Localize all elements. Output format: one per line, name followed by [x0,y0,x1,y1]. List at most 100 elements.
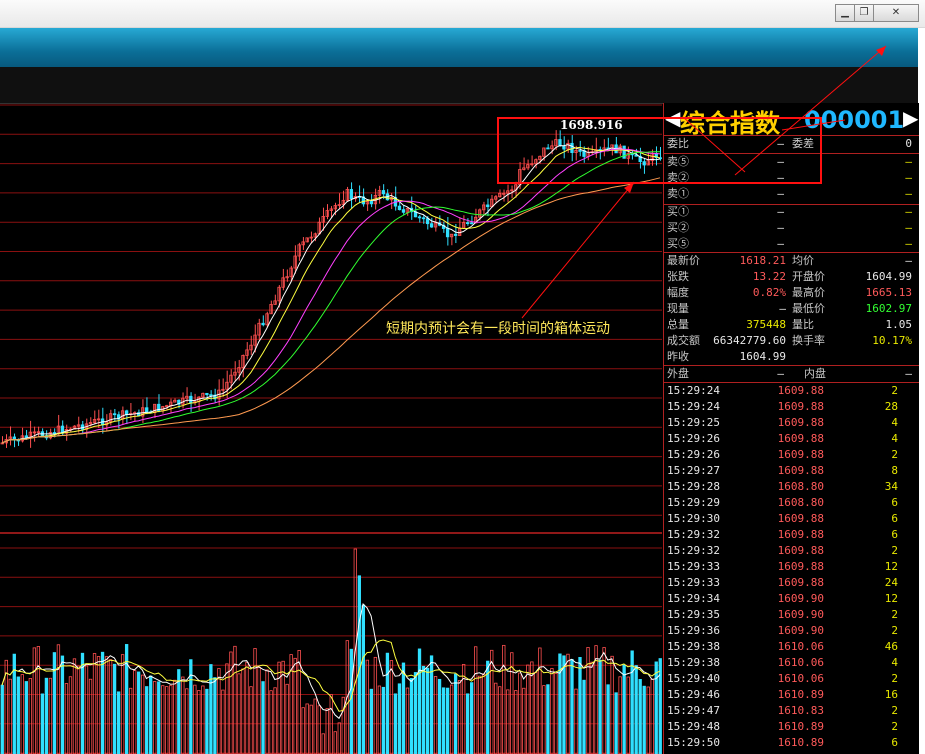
tick-price: 1609.88 [777,432,824,445]
tick-price: 1609.88 [777,464,824,477]
volume-bar [453,673,458,754]
volume-bar [618,676,622,754]
tick-row: 15:29:38 1610.06 46 [664,639,919,655]
stat-value-2: 1604.99 [865,270,912,283]
bid-volume: — [905,205,912,218]
tick-volume: 2 [891,544,898,557]
tick-volume: 4 [891,656,898,669]
volume-bar [189,659,193,754]
volume-bar [470,682,474,754]
prev-stock-icon[interactable]: ◀ [665,106,680,130]
ask-volume: — [905,187,912,200]
stat-row: 幅度 0.82% 最高价 1665.13 [664,285,919,301]
tick-price: 1610.06 [777,656,824,669]
volume-bar [566,653,570,754]
candle-body [369,201,374,205]
volume-bar [100,651,105,754]
volume-bar [96,656,101,754]
outer-value: — [777,367,784,380]
volume-bar [365,659,370,754]
tick-time: 15:29:30 [667,512,720,525]
tick-price: 1610.06 [777,672,824,685]
volume-bar [642,685,646,754]
volume-bar [417,648,422,754]
volume-bar [486,660,490,754]
volume-bar [137,671,141,754]
volume-bar [261,681,265,754]
volume-bar [554,672,558,754]
quote-panel: ◀ 综合指数 000001 ▶ 委比 — 委差 0 卖⑤ — — 卖② — — 卖① — — 买① — — 买②… [663,103,919,754]
tick-volume: 4 [891,432,898,445]
tick-time: 15:29:48 [667,720,720,733]
ask-label: 卖② [667,171,689,184]
tick-price: 1609.88 [777,400,824,413]
minimize-icon[interactable]: ▁ [835,4,855,22]
volume-bar [12,653,16,754]
restore-icon[interactable]: ❐ [854,4,874,22]
volume-bar [8,678,12,754]
stat-label-2: 量比 [792,318,814,331]
volume-bar [169,685,173,754]
volume-bar [542,685,546,754]
ask-label: 卖① [667,187,689,200]
tick-time: 15:29:24 [667,384,720,397]
stat-value: 0.82% [752,286,786,299]
volume-bar [506,689,510,754]
tick-volume: 2 [891,448,898,461]
tick-row: 15:29:26 1609.88 2 [664,447,919,463]
weibi-label: 委比 [667,137,689,150]
tick-time: 15:29:29 [667,496,720,509]
volume-bar [457,680,462,754]
tick-price: 1609.88 [777,384,824,397]
bid-row: 买① — — [664,204,919,220]
volume-bar [104,656,109,754]
volume-bar [237,673,241,754]
tick-volume: 16 [884,688,898,701]
tick-time: 15:29:40 [667,672,720,685]
volume-bar [132,670,137,754]
volume-bar [461,664,466,754]
close-icon[interactable]: ✕ [873,4,919,22]
volume-bar [570,658,574,754]
tick-volume: 12 [884,592,898,605]
tick-time: 15:29:50 [667,736,720,749]
stat-value-2: 10.17% [872,334,912,347]
tick-volume: 6 [891,528,898,541]
tick-row: 15:29:30 1609.88 6 [664,511,919,527]
volume-bar [245,661,249,754]
tick-price: 1610.89 [777,736,824,749]
volume-bar [297,649,301,754]
volume-bar [217,668,221,754]
stat-label: 成交额 [667,334,700,347]
right-border [918,28,925,754]
ask-row: 卖② — — [664,170,919,186]
volume-bar [409,678,414,754]
tick-time: 15:29:35 [667,608,720,621]
volume-bar [68,676,73,754]
tick-volume: 2 [891,384,898,397]
window-controls: ▁ ❐ ✕ [835,4,919,22]
kline-chart[interactable] [0,103,662,754]
bid-label: 买② [667,221,689,234]
stat-label: 总量 [667,318,689,331]
tick-row: 15:29:24 1609.88 28 [664,399,919,415]
bid-label: 买① [667,205,689,218]
next-stock-icon[interactable]: ▶ [903,106,918,130]
tick-price: 1610.06 [777,640,824,653]
tick-price: 1609.90 [777,624,824,637]
chart-header-bar [0,67,918,104]
volume-bar [48,677,53,754]
tick-volume: 46 [884,640,898,653]
tick-row: 15:29:50 1610.89 6 [664,735,919,751]
volume-bar [56,644,61,754]
volume-bar [24,681,28,754]
volume-bar [141,674,145,754]
candle-body [445,228,450,238]
volume-bar [209,664,213,754]
volume-bar [482,673,486,754]
volume-bar [305,703,309,754]
tick-price: 1609.88 [777,544,824,557]
candle-body [205,392,209,396]
volume-bar [116,691,121,754]
volume-bar [405,687,410,754]
